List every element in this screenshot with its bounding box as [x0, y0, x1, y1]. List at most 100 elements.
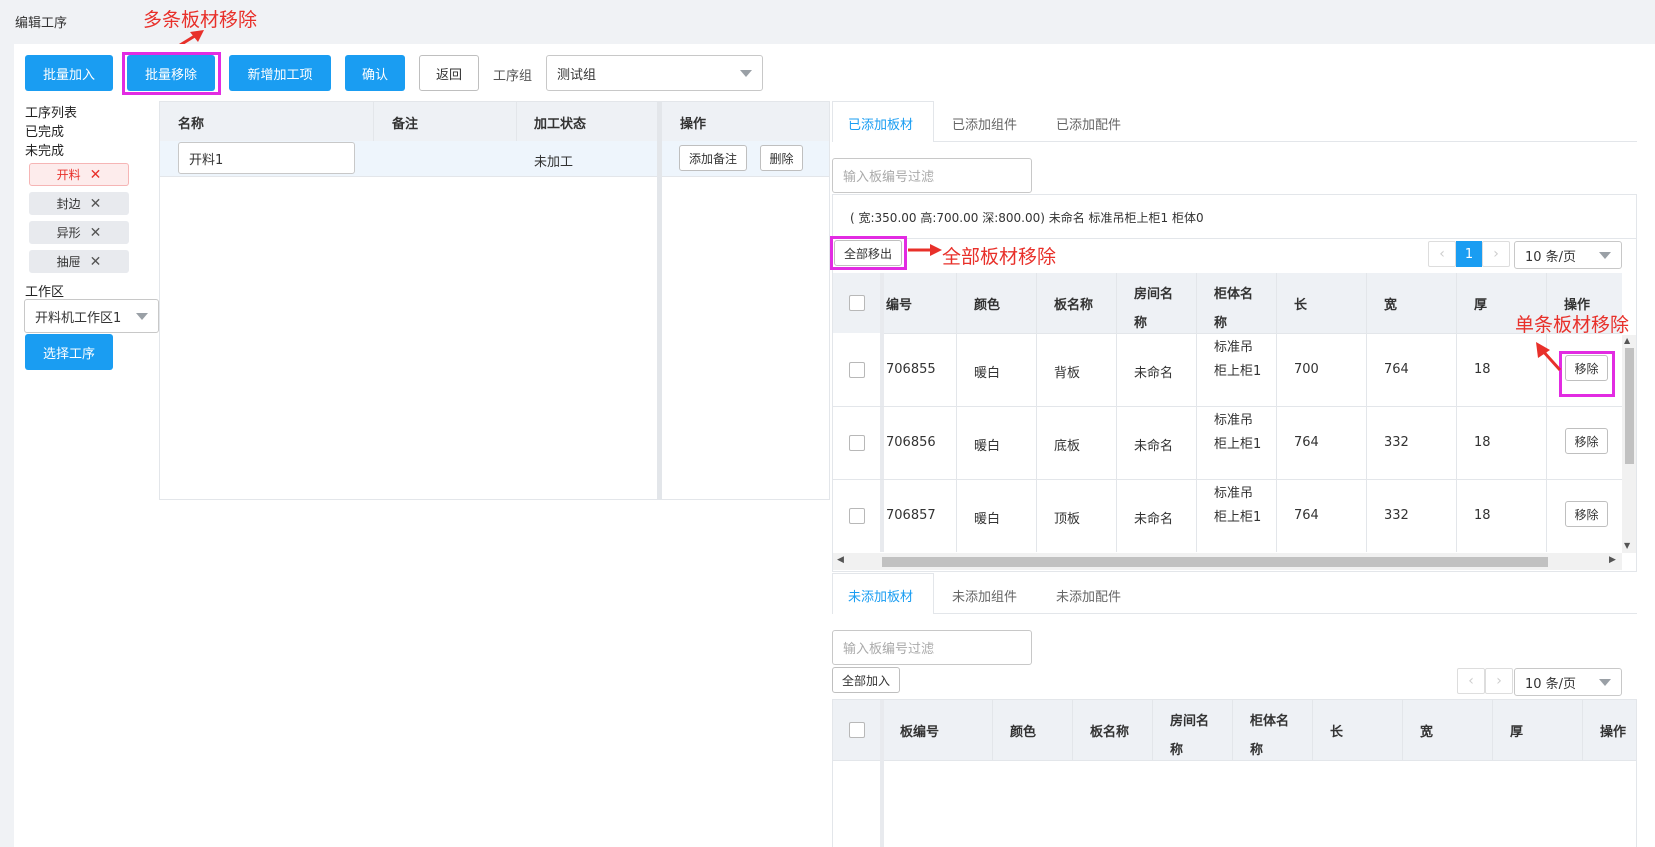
col-width: 宽 — [1420, 725, 1434, 740]
vertical-scrollbar-thumb[interactable] — [1625, 348, 1634, 464]
close-icon[interactable]: ✕ — [90, 254, 102, 270]
tab-unadded-boards[interactable]: 未添加板材 — [848, 586, 913, 605]
row-checkbox[interactable] — [849, 508, 865, 524]
process-col-action: 操作 — [680, 117, 707, 132]
tab-added-components[interactable]: 已添加组件 — [952, 114, 1017, 133]
completed-label[interactable]: 已完成 — [25, 121, 64, 140]
tab-unadded-components[interactable]: 未添加组件 — [952, 586, 1017, 605]
col-board-code: 板编号 — [900, 725, 940, 740]
process-col-name: 名称 — [178, 117, 205, 132]
board-code: 706857 — [886, 508, 936, 523]
room-name: 未命名 — [1134, 366, 1174, 381]
board-name: 背板 — [1054, 366, 1081, 381]
board-length: 700 — [1294, 362, 1319, 377]
process-tag[interactable]: 开料 ✕ — [29, 163, 129, 186]
board-width: 332 — [1384, 508, 1409, 523]
annotation-single-remove: 单条板材移除 — [1515, 314, 1630, 336]
scroll-down-icon[interactable]: ▼ — [1624, 541, 1630, 550]
board-thickness: 18 — [1474, 435, 1491, 450]
process-status-value: 未加工 — [534, 155, 574, 170]
prev-page-icon[interactable]: ‹ — [1457, 668, 1485, 694]
uncompleted-label[interactable]: 未完成 — [25, 140, 64, 159]
col-length: 长 — [1330, 725, 1344, 740]
process-group-label: 工序组 — [493, 69, 533, 84]
row-checkbox[interactable] — [849, 362, 865, 378]
cabinet-name: 标准吊柜上柜1 — [1214, 413, 1262, 452]
process-group-select[interactable]: 测试组 — [546, 55, 763, 91]
chevron-down-icon — [740, 70, 752, 77]
close-icon[interactable]: ✕ — [90, 196, 102, 212]
add-all-button[interactable]: 全部加入 — [832, 667, 900, 693]
board-color: 暖白 — [974, 366, 1001, 381]
current-page[interactable]: 1 — [1456, 241, 1482, 267]
col-length: 长 — [1294, 298, 1308, 313]
col-code: 编号 — [886, 298, 913, 313]
board-width: 332 — [1384, 435, 1409, 450]
prev-page-icon[interactable]: ‹ — [1428, 241, 1456, 267]
remove-button[interactable]: 移除 — [1565, 428, 1608, 454]
col-board-name: 板名称 — [1054, 298, 1094, 313]
select-all-checkbox[interactable] — [849, 722, 865, 738]
tab-added-accessories[interactable]: 已添加配件 — [1056, 114, 1121, 133]
select-process-button[interactable]: 选择工序 — [25, 334, 113, 370]
workzone-select[interactable]: 开料机工作区1 — [24, 299, 159, 333]
board-filter-input[interactable]: 输入板编号过滤 — [832, 158, 1032, 193]
col-width: 宽 — [1384, 298, 1398, 313]
process-col-status: 加工状态 — [534, 117, 587, 132]
row-checkbox[interactable] — [849, 435, 865, 451]
scroll-up-icon[interactable]: ▲ — [1624, 336, 1630, 345]
workzone-label: 工作区 — [25, 285, 65, 300]
process-tag[interactable]: 抽屉 ✕ — [29, 250, 129, 273]
board-name: 底板 — [1054, 439, 1081, 454]
delete-button[interactable]: 删除 — [760, 145, 803, 171]
select-all-checkbox[interactable] — [849, 295, 865, 311]
highlight-box — [1559, 351, 1615, 397]
col-thickness: 厚 — [1510, 725, 1524, 740]
remove-button[interactable]: 移除 — [1565, 501, 1608, 527]
scroll-right-icon[interactable]: ▶ — [1609, 555, 1616, 565]
highlight-box — [122, 52, 221, 95]
annotation-arrow-icon — [1536, 342, 1562, 372]
process-col-remark: 备注 — [392, 117, 419, 132]
col-cabinet-name: 柜体名称 — [1250, 714, 1290, 758]
process-list-title: 工序列表 — [25, 106, 78, 121]
process-name-input[interactable]: 开料1 — [178, 142, 355, 174]
confirm-button[interactable]: 确认 — [345, 55, 405, 91]
batch-add-button[interactable]: 批量加入 — [25, 55, 113, 91]
board-width: 764 — [1384, 362, 1409, 377]
board-color: 暖白 — [974, 512, 1001, 527]
page-size-select[interactable]: 10 条/页 — [1514, 241, 1622, 269]
cabinet-name: 标准吊柜上柜1 — [1214, 486, 1262, 525]
col-room-name: 房间名称 — [1134, 287, 1174, 331]
page-size-select[interactable]: 10 条/页 — [1514, 668, 1622, 696]
next-page-icon[interactable]: › — [1485, 668, 1513, 694]
col-color: 颜色 — [974, 298, 1001, 313]
col-color: 颜色 — [1010, 725, 1037, 740]
tab-unadded-accessories[interactable]: 未添加配件 — [1056, 586, 1121, 605]
room-name: 未命名 — [1134, 439, 1174, 454]
tab-added-boards[interactable]: 已添加板材 — [848, 114, 913, 133]
scroll-left-icon[interactable]: ◀ — [837, 555, 844, 565]
horizontal-scrollbar-thumb[interactable] — [882, 557, 1548, 567]
process-group-value: 测试组 — [557, 67, 597, 83]
board-thickness: 18 — [1474, 508, 1491, 523]
chevron-down-icon — [1599, 679, 1611, 686]
annotation-arrow-icon — [908, 244, 942, 256]
back-button[interactable]: 返回 — [419, 55, 479, 91]
close-icon[interactable]: ✕ — [90, 225, 102, 241]
annotation-all-remove: 全部板材移除 — [942, 246, 1057, 268]
add-process-item-button[interactable]: 新增加工项 — [229, 55, 331, 91]
process-tag[interactable]: 异形 ✕ — [29, 221, 129, 244]
process-tag[interactable]: 封边 ✕ — [29, 192, 129, 215]
highlight-box — [830, 236, 907, 270]
next-page-icon[interactable]: › — [1482, 241, 1510, 267]
add-remark-button[interactable]: 添加备注 — [679, 145, 747, 171]
col-cabinet-name: 柜体名称 — [1214, 287, 1254, 331]
chevron-down-icon — [136, 313, 148, 320]
col-thickness: 厚 — [1474, 298, 1488, 313]
board-length: 764 — [1294, 508, 1319, 523]
cabinet-name: 标准吊柜上柜1 — [1214, 340, 1262, 379]
close-icon[interactable]: ✕ — [90, 167, 102, 183]
unadded-filter-input[interactable]: 输入板编号过滤 — [832, 630, 1032, 665]
board-length: 764 — [1294, 435, 1319, 450]
